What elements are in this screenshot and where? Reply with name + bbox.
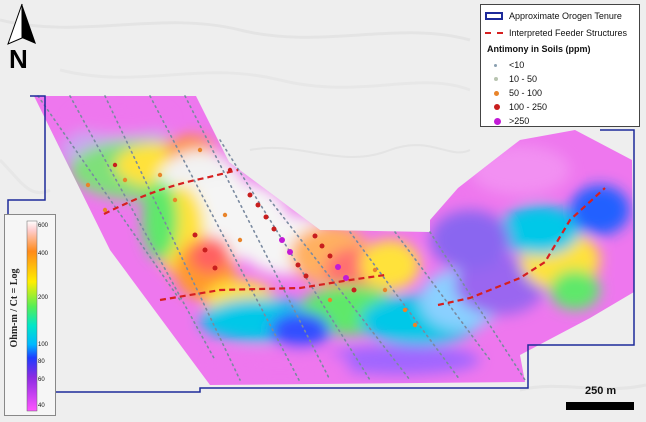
colorbar-tick: 40 [38,403,45,409]
map-legend: Approximate Orogen Tenure Interpreted Fe… [480,4,640,127]
resistivity-colorbar: Ohm-m / Ct = Log 600 400 200 100 80 60 4… [4,214,56,416]
legend-item-feeder: Interpreted Feeder Structures [481,27,627,39]
tenure-swatch [485,12,503,20]
antimony-title-text: Antimony in Soils (ppm) [487,44,591,54]
legend-class-2: 50 - 100 [481,87,542,99]
class-3-dot [494,104,500,110]
class-3-label: 100 - 250 [509,102,548,112]
colorbar-tick: 100 [38,342,49,348]
legend-class-3: 100 - 250 [481,101,547,113]
legend-label-tenure: Approximate Orogen Tenure [509,11,622,21]
class-2-dot [494,90,499,96]
class-0-dot [494,63,497,67]
class-2-label: 50 - 100 [509,88,543,98]
class-4-dot [494,117,501,125]
scale-bar [566,402,634,410]
legend-class-0: <10 [481,59,524,71]
legend-class-4: >250 [481,115,529,127]
legend-item-tenure: Approximate Orogen Tenure [481,10,622,22]
colorbar-ramp [26,220,38,412]
colorbar-tick: 80 [38,359,45,365]
colorbar-tick: 60 [38,377,45,383]
class-0-label: <10 [509,60,525,70]
colorbar-tick: 400 [38,251,49,257]
legend-antimony-title: Antimony in Soils (ppm) [487,43,591,55]
feeder-swatch [485,32,503,34]
legend-label-feeder: Interpreted Feeder Structures [509,28,628,38]
legend-class-1: 10 - 50 [481,73,537,85]
scale-label: 250 m [585,385,617,397]
colorbar-tick: 600 [38,223,49,229]
class-4-label: >250 [509,116,530,126]
north-label: N [9,44,28,74]
class-1-label: 10 - 50 [509,74,538,84]
colorbar-tick: 200 [38,295,49,301]
class-1-dot [494,77,498,81]
